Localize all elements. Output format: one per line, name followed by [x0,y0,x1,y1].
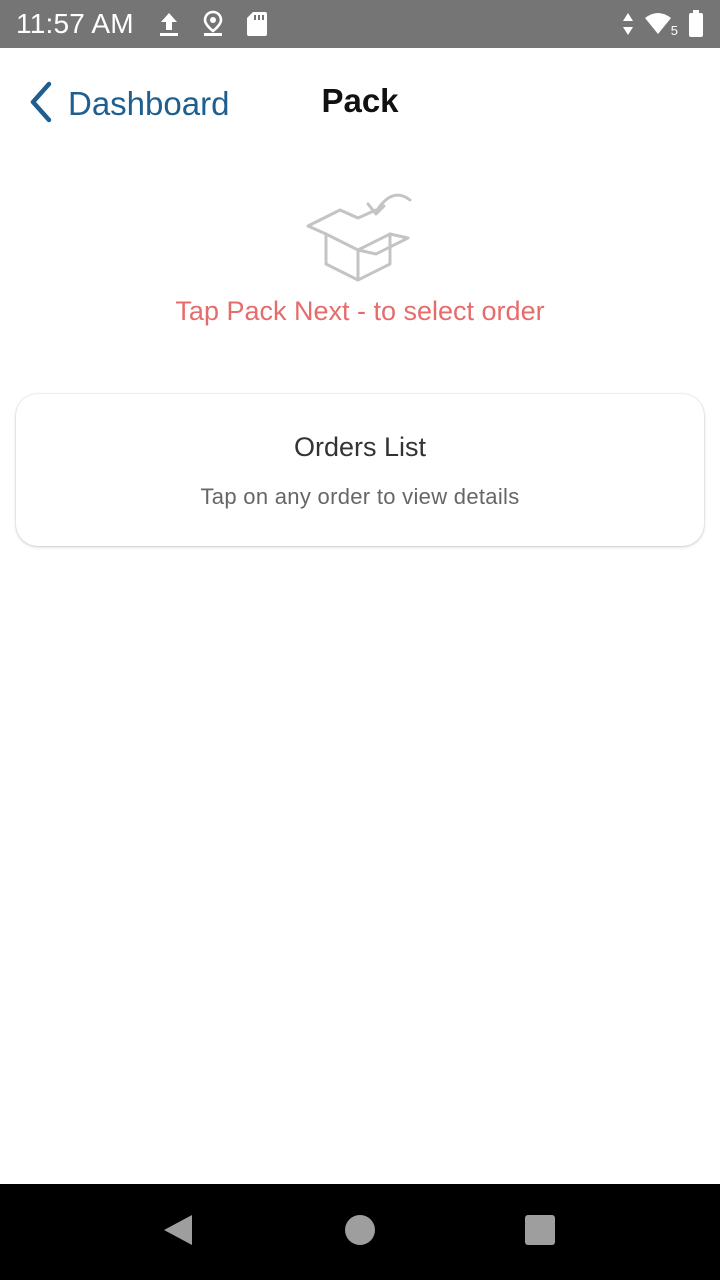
pack-next-hint: Tap Pack Next - to select order [175,296,545,326]
orders-list-subtitle: Tap on any order to view details [200,484,520,509]
app-header: Dashboard Pack [0,48,720,160]
battery-icon [688,10,704,38]
recent-apps-icon [524,1214,556,1251]
orders-list-card[interactable]: Orders List Tap on any order to view det… [16,394,704,546]
home-icon [344,1214,376,1251]
status-time: 11:57 AM [16,8,134,39]
orders-list-title: Orders List [293,432,427,462]
wifi-badge: 5 [670,23,678,38]
nav-recent-apps-button[interactable] [480,1184,600,1280]
navigation-bar [0,1184,720,1280]
data-arrows-icon [622,11,634,37]
status-icons-left [158,10,268,38]
upload-icon [158,10,180,38]
open-box-icon [306,190,414,284]
sd-card-icon [246,11,268,37]
location-icon [202,10,224,38]
status-bar: 11:57 AM 5 [0,0,720,48]
nav-back-button[interactable] [118,1184,238,1280]
wifi-icon: 5 [644,11,678,37]
nav-home-button[interactable] [300,1184,420,1280]
back-icon [162,1213,194,1252]
status-icons-right: 5 [622,10,704,38]
page-title: Pack [321,82,399,119]
